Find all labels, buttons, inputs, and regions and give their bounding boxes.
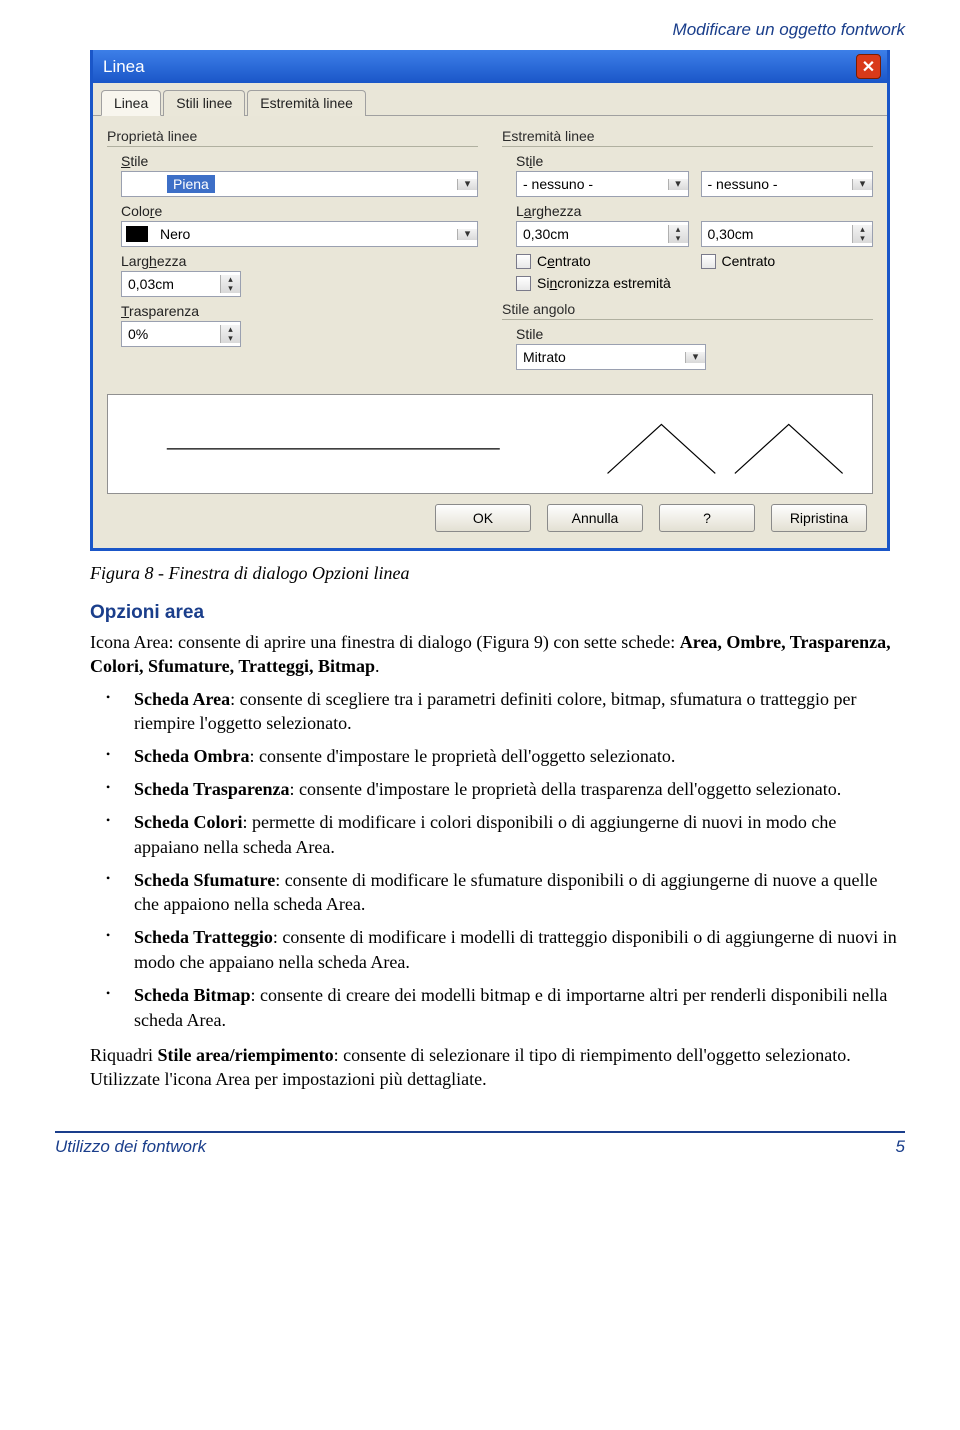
combo-value: - nessuno - bbox=[702, 176, 853, 192]
page-footer: Utilizzo dei fontwork 5 bbox=[55, 1131, 905, 1157]
checkbox-centrato-start[interactable]: Centrato bbox=[516, 253, 689, 269]
close-icon[interactable]: ✕ bbox=[856, 54, 881, 79]
checkbox-centrato-end[interactable]: Centrato bbox=[701, 253, 874, 269]
preview-pane bbox=[107, 394, 873, 494]
spinner-arrow-end-width[interactable]: 0,30cm ▴▾ bbox=[701, 221, 874, 247]
combo-corner-style[interactable]: Mitrato ▾ bbox=[516, 344, 706, 370]
group-legend: Estremità linee bbox=[502, 128, 873, 147]
group-proprieta-linee: Proprietà linee SStiletile Piena ▾ Color… bbox=[107, 128, 478, 347]
group-stile-angolo: Stile angolo Stile Mitrato ▾ bbox=[502, 301, 873, 370]
dialog-window: Linea ✕ Linea Stili linee Estremità line… bbox=[90, 50, 890, 551]
list-item: Scheda Area: consente di scegliere tra i… bbox=[134, 687, 905, 737]
list-item: Scheda Ombra: consente d'impostare le pr… bbox=[134, 744, 905, 769]
list-item: Scheda Sfumature: consente di modificare… bbox=[134, 868, 905, 918]
checkbox-icon bbox=[516, 254, 531, 269]
ok-button[interactable]: OK bbox=[435, 504, 531, 532]
tab-row: Linea Stili linee Estremità linee bbox=[93, 83, 887, 116]
spinner-value: 0,30cm bbox=[517, 226, 668, 242]
combo-value: Piena bbox=[167, 175, 215, 193]
bullet-list: Scheda Area: consente di scegliere tra i… bbox=[90, 687, 905, 1033]
header-running-title: Modificare un oggetto fontwork bbox=[55, 20, 905, 40]
tab-stili-linee[interactable]: Stili linee bbox=[163, 90, 245, 116]
dialog-title: Linea bbox=[103, 57, 145, 77]
checkbox-icon bbox=[516, 276, 531, 291]
chevron-down-icon[interactable]: ▾ bbox=[457, 179, 477, 190]
preview-svg bbox=[108, 395, 872, 493]
combo-value: Nero bbox=[154, 226, 457, 242]
color-swatch bbox=[126, 226, 148, 242]
cancel-button[interactable]: Annulla bbox=[547, 504, 643, 532]
list-item: Scheda Tratteggio: consente di modificar… bbox=[134, 925, 905, 975]
group-legend: Proprietà linee bbox=[107, 128, 478, 147]
checkbox-label: Sincronizza estremità bbox=[537, 275, 671, 291]
group-legend: Stile angolo bbox=[502, 301, 873, 320]
label-trasparenza: Trasparenza bbox=[121, 303, 478, 319]
footer-page-number: 5 bbox=[896, 1137, 905, 1157]
label-stile: SStiletile bbox=[121, 153, 478, 169]
checkbox-label: Centrato bbox=[722, 253, 776, 269]
label-colore: Colore bbox=[121, 203, 478, 219]
combo-arrow-end[interactable]: - nessuno - ▾ bbox=[701, 171, 874, 197]
intro-paragraph: Icona Area: consente di aprire una fines… bbox=[90, 630, 905, 679]
combo-arrow-start[interactable]: - nessuno - ▾ bbox=[516, 171, 689, 197]
spinner-arrow-start-width[interactable]: 0,30cm ▴▾ bbox=[516, 221, 689, 247]
label-stile: Stile bbox=[516, 326, 873, 342]
combo-value: - nessuno - bbox=[517, 176, 668, 192]
list-item: Scheda Bitmap: consente di creare dei mo… bbox=[134, 983, 905, 1033]
combo-stile-linea[interactable]: Piena ▾ bbox=[121, 171, 478, 197]
chevron-down-icon[interactable]: ▾ bbox=[668, 179, 688, 190]
tab-linea[interactable]: Linea bbox=[101, 90, 161, 116]
list-item: Scheda Colori: permette di modificare i … bbox=[134, 810, 905, 860]
dialog-body: Proprietà linee SStiletile Piena ▾ Color… bbox=[93, 116, 887, 548]
figure-caption: Figura 8 - Finestra di dialogo Opzioni l… bbox=[90, 563, 905, 584]
reset-button[interactable]: Ripristina bbox=[771, 504, 867, 532]
chevron-down-icon[interactable]: ▾ bbox=[852, 179, 872, 190]
group-estremita-linee: Estremità linee Stile - nessuno - ▾ - ne… bbox=[502, 128, 873, 291]
spin-buttons-icon[interactable]: ▴▾ bbox=[220, 325, 240, 343]
combo-value: Mitrato bbox=[517, 349, 685, 365]
help-button[interactable]: ? bbox=[659, 504, 755, 532]
label-larghezza: Larghezza bbox=[516, 203, 873, 219]
spin-buttons-icon[interactable]: ▴▾ bbox=[852, 225, 872, 243]
checkbox-icon bbox=[701, 254, 716, 269]
checkbox-sincronizza[interactable]: Sincronizza estremità bbox=[516, 275, 873, 291]
spinner-value: 0,03cm bbox=[122, 276, 220, 292]
closing-paragraph: Riquadri Stile area/riempimento: consent… bbox=[90, 1043, 905, 1092]
spinner-trasparenza[interactable]: 0% ▴▾ bbox=[121, 321, 241, 347]
chevron-down-icon[interactable]: ▾ bbox=[685, 352, 705, 363]
dialog-button-row: OK Annulla ? Ripristina bbox=[107, 494, 873, 538]
spinner-value: 0% bbox=[122, 326, 220, 342]
combo-colore[interactable]: Nero ▾ bbox=[121, 221, 478, 247]
list-item: Scheda Trasparenza: consente d'impostare… bbox=[134, 777, 905, 802]
tab-estremita-linee[interactable]: Estremità linee bbox=[247, 90, 366, 116]
section-heading: Opzioni area bbox=[90, 602, 905, 624]
chevron-down-icon[interactable]: ▾ bbox=[457, 229, 477, 240]
spin-buttons-icon[interactable]: ▴▾ bbox=[220, 275, 240, 293]
footer-left: Utilizzo dei fontwork bbox=[55, 1137, 206, 1157]
titlebar: Linea ✕ bbox=[93, 50, 887, 83]
checkbox-label: Centrato bbox=[537, 253, 591, 269]
label-stile: Stile bbox=[516, 153, 873, 169]
label-larghezza: Larghezza bbox=[121, 253, 478, 269]
spinner-larghezza[interactable]: 0,03cm ▴▾ bbox=[121, 271, 241, 297]
spin-buttons-icon[interactable]: ▴▾ bbox=[668, 225, 688, 243]
spinner-value: 0,30cm bbox=[702, 226, 853, 242]
